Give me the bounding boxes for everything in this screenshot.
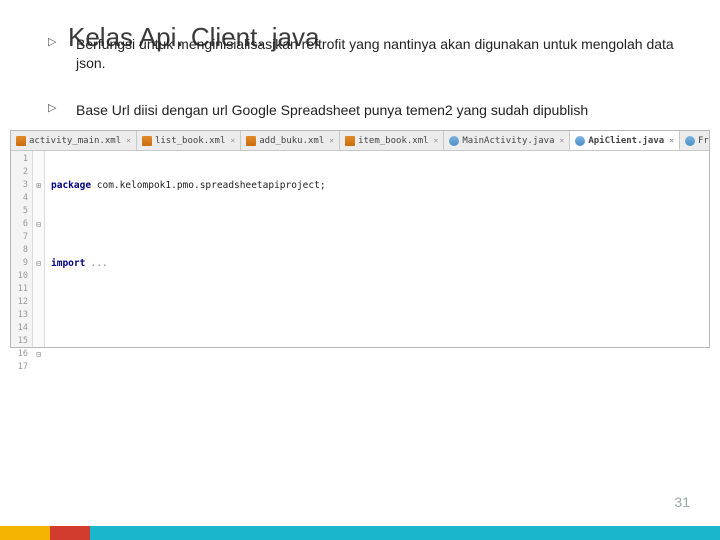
fold-marker[interactable]: [33, 192, 44, 205]
xml-file-icon: [246, 136, 256, 146]
fold-marker[interactable]: [33, 283, 44, 296]
bullet-item: ▷ Base Url diisi dengan url Google Sprea…: [48, 101, 690, 120]
xml-file-icon: [345, 136, 355, 146]
fold-marker[interactable]: [33, 309, 44, 322]
fold-marker[interactable]: ⊟: [33, 348, 44, 361]
tab-apiclient[interactable]: ApiClient.java ×: [570, 131, 680, 150]
tab-label: ApiClient.java: [588, 136, 664, 146]
line-number: 7: [11, 231, 28, 244]
java-class-icon: [575, 136, 585, 146]
fold-marker[interactable]: [33, 231, 44, 244]
java-class-icon: [449, 136, 459, 146]
fold-marker[interactable]: [33, 244, 44, 257]
line-number: 6: [11, 218, 28, 231]
fold-marker[interactable]: [33, 335, 44, 348]
line-number: 1: [11, 153, 28, 166]
accent-teal: [90, 526, 720, 540]
tab-label: add_buku.xml: [259, 136, 324, 146]
tab-item-book[interactable]: item_book.xml ×: [340, 131, 444, 150]
code-area: 1 2 3 4 5 6 7 8 9 10 11 12 13 14 15 16 1…: [11, 151, 709, 347]
fold-marker[interactable]: [33, 322, 44, 335]
tab-label: MainActivity.java: [462, 136, 554, 146]
accent-red: [50, 526, 90, 540]
bullet-item: ▷ Berfungsi untuk menginisialisasikan re…: [48, 35, 690, 73]
line-number: 5: [11, 205, 28, 218]
fold-marker[interactable]: [33, 205, 44, 218]
line-number: 11: [11, 283, 28, 296]
code-content[interactable]: package com.kelompok1.pmo.spreadsheetapi…: [45, 151, 709, 347]
fold-marker[interactable]: ⊞: [33, 179, 44, 192]
fold-gutter: ⊞ ⊟ ⊟ ⊟: [33, 151, 45, 347]
tab-mainactivity[interactable]: MainActivity.java ×: [444, 131, 570, 150]
fold-marker[interactable]: ⊟: [33, 218, 44, 231]
code-line: package com.kelompok1.pmo.spreadsheetapi…: [51, 179, 705, 192]
code-editor: activity_main.xml × list_book.xml × add_bu…: [10, 130, 710, 348]
line-number: 8: [11, 244, 28, 257]
line-number: 2: [11, 166, 28, 179]
java-class-icon: [685, 136, 695, 146]
line-number: 14: [11, 322, 28, 335]
tab-activity-main[interactable]: activity_main.xml ×: [11, 131, 137, 150]
tab-label: activity_main.xml: [29, 136, 121, 146]
line-number: 17: [11, 361, 28, 374]
close-icon[interactable]: ×: [669, 136, 674, 145]
fold-marker[interactable]: [33, 361, 44, 374]
bullet-marker: ▷: [48, 35, 76, 73]
close-icon[interactable]: ×: [126, 136, 131, 145]
close-icon[interactable]: ×: [560, 136, 565, 145]
accent-yellow: [0, 526, 50, 540]
tab-fragmentbook[interactable]: FragmentBook.java×: [680, 131, 709, 150]
close-icon[interactable]: ×: [230, 136, 235, 145]
line-number: 4: [11, 192, 28, 205]
xml-file-icon: [142, 136, 152, 146]
fold-marker[interactable]: [33, 153, 44, 166]
line-number: 13: [11, 309, 28, 322]
fold-marker[interactable]: [33, 296, 44, 309]
bullet-list: ▷ Berfungsi untuk menginisialisasikan re…: [48, 35, 690, 134]
tab-label: list_book.xml: [155, 136, 225, 146]
code-line: [51, 296, 705, 309]
fold-marker[interactable]: [33, 270, 44, 283]
line-number: 16: [11, 348, 28, 361]
page-number: 31: [674, 494, 690, 510]
line-number: 12: [11, 296, 28, 309]
line-number: 15: [11, 335, 28, 348]
bullet-text: Base Url diisi dengan url Google Spreads…: [76, 101, 588, 120]
close-icon[interactable]: ×: [434, 136, 439, 145]
bullet-marker: ▷: [48, 101, 76, 120]
tab-label: FragmentBook.java: [698, 136, 709, 146]
line-number: 10: [11, 270, 28, 283]
code-line: [51, 218, 705, 231]
tab-list-book[interactable]: list_book.xml ×: [137, 131, 241, 150]
xml-file-icon: [16, 136, 26, 146]
code-line: [51, 335, 705, 347]
line-number: 3: [11, 179, 28, 192]
fold-marker[interactable]: [33, 166, 44, 179]
code-line: import ...: [51, 257, 705, 270]
tab-bar: activity_main.xml × list_book.xml × add_bu…: [11, 131, 709, 151]
line-number: 9: [11, 257, 28, 270]
bullet-text: Berfungsi untuk menginisialisasikan reft…: [76, 35, 690, 73]
line-number-gutter: 1 2 3 4 5 6 7 8 9 10 11 12 13 14 15 16 1…: [11, 151, 33, 347]
close-icon[interactable]: ×: [329, 136, 334, 145]
tab-add-buku[interactable]: add_buku.xml ×: [241, 131, 340, 150]
decorative-bottom-bar: [0, 526, 720, 540]
tab-label: item_book.xml: [358, 136, 428, 146]
fold-marker[interactable]: ⊟: [33, 257, 44, 270]
